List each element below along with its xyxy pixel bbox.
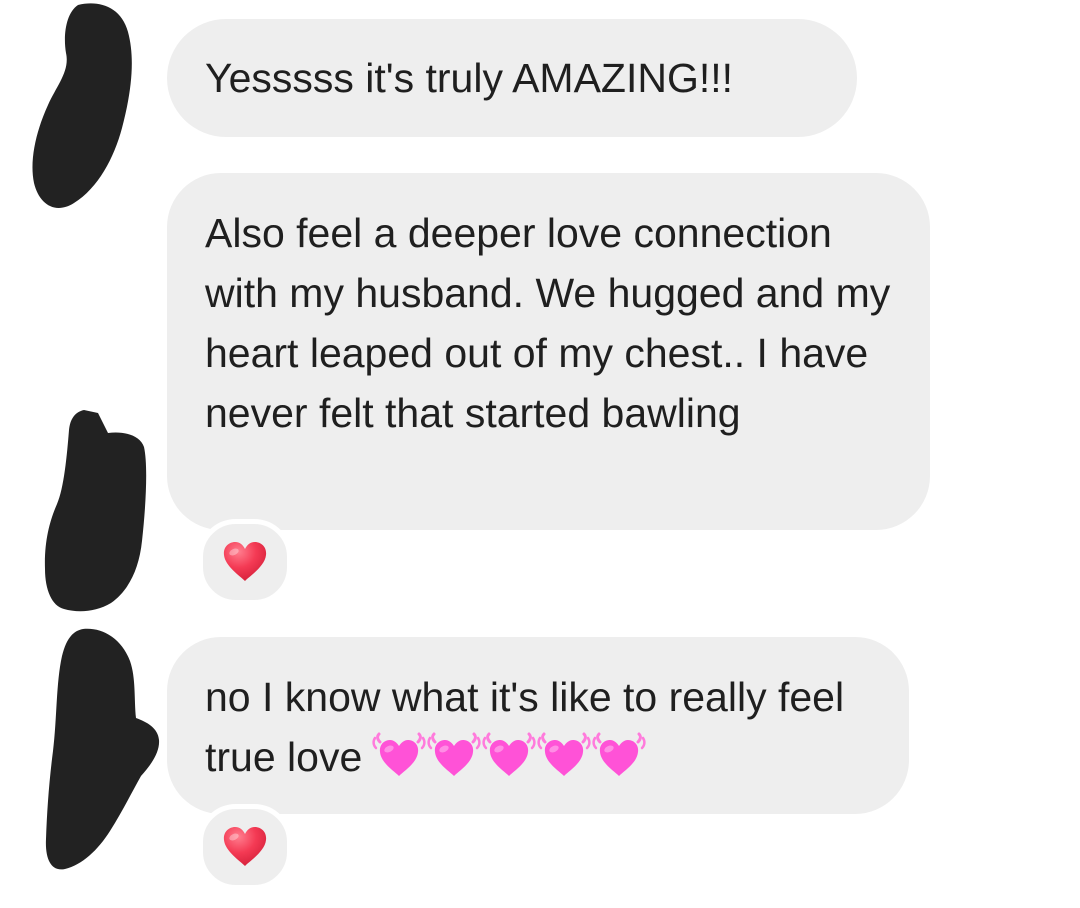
message-thread: Yesssss it's truly AMAZING!!! Also feel …: [0, 0, 1080, 908]
message-bubble-incoming[interactable]: no I know what it's like to really feel …: [167, 637, 909, 814]
message-bubble-incoming[interactable]: Also feel a deeper love connection with …: [167, 173, 930, 530]
redacted-avatar-mark: [44, 410, 147, 612]
message-reaction[interactable]: [198, 519, 292, 605]
message-reaction[interactable]: [198, 804, 292, 890]
beating-heart-icon: [427, 732, 481, 776]
redacted-avatar-mark: [45, 628, 160, 870]
redacted-avatar-marks: [32, 3, 160, 870]
beating-heart-icon: [592, 732, 646, 776]
red-heart-icon: [223, 827, 267, 866]
beating-heart-icon: [537, 732, 591, 776]
redacted-avatar-mark: [32, 3, 132, 208]
message-text: Yesssss it's truly AMAZING!!!: [205, 55, 734, 101]
message-bubble-incoming[interactable]: Yesssss it's truly AMAZING!!!: [167, 19, 857, 137]
beating-heart-emojis: [372, 730, 646, 780]
red-heart-icon: [223, 542, 267, 581]
beating-heart-icon: [482, 732, 536, 776]
beating-heart-icon: [372, 732, 426, 776]
message-text: no I know what it's like to really feel …: [205, 667, 873, 787]
message-text: Also feel a deeper love connection with …: [205, 210, 891, 436]
